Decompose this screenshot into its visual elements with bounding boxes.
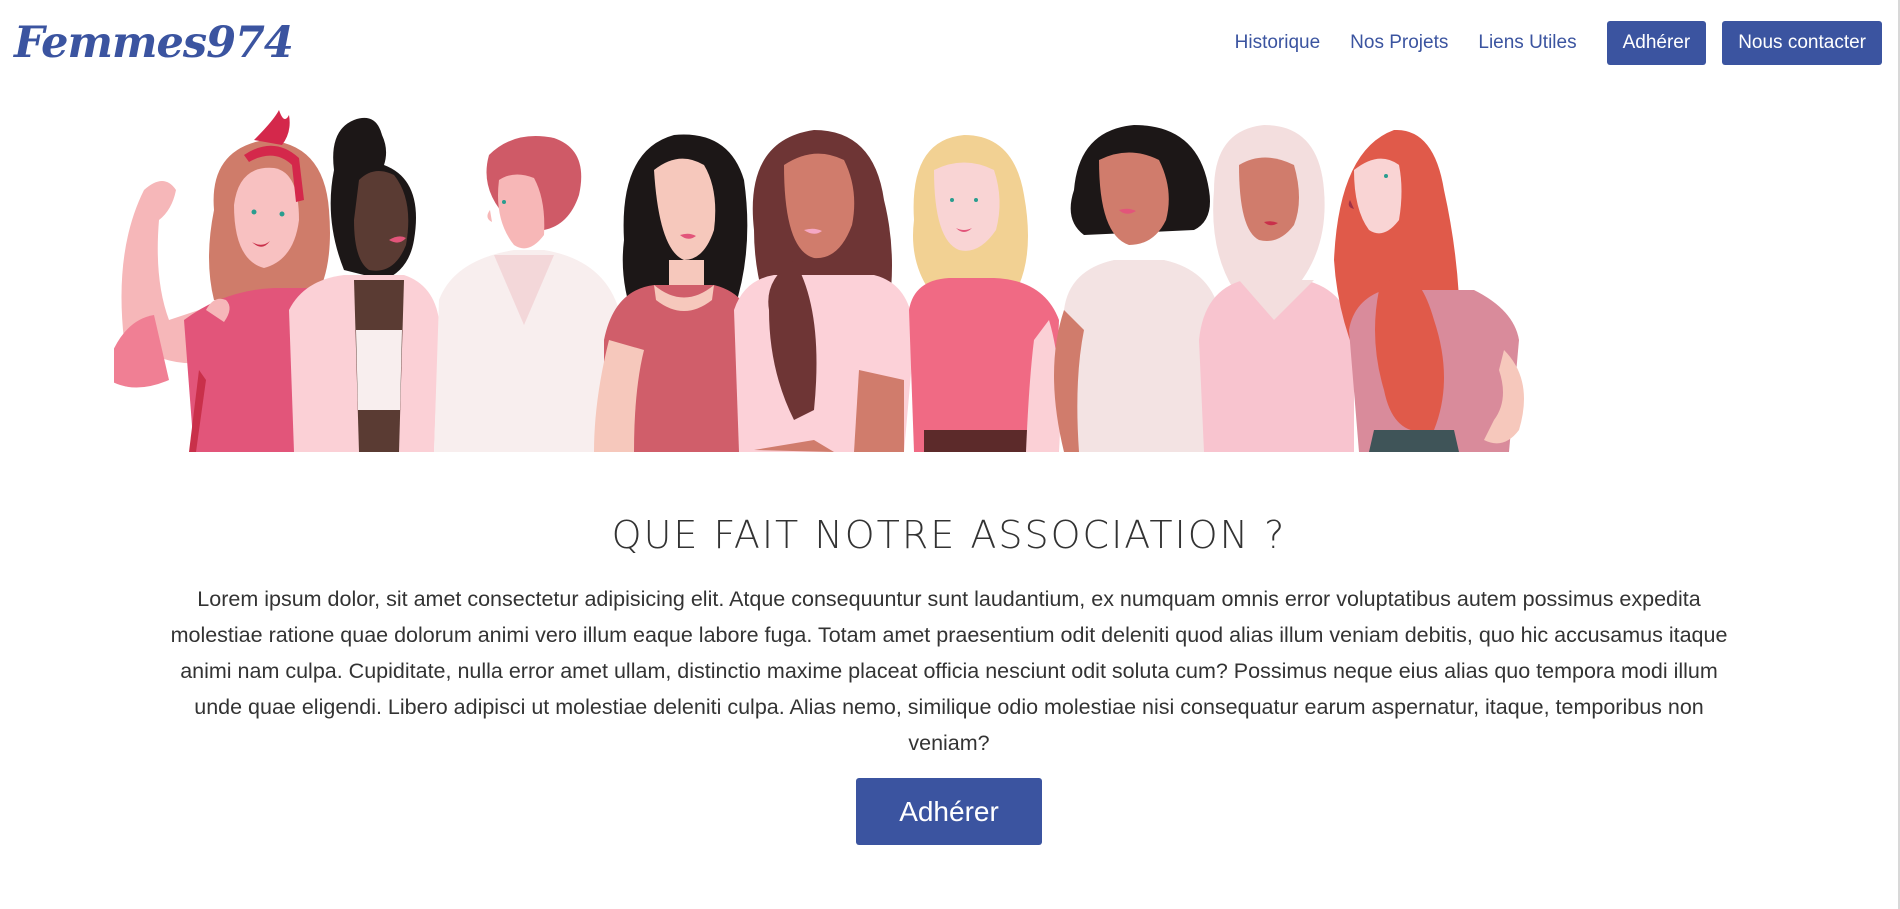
hero-illustration: [114, 110, 1744, 452]
woman-7: [1054, 125, 1219, 452]
woman-6: [909, 135, 1061, 452]
page: Femmes974 Historique Nos Projets Liens U…: [0, 0, 1900, 909]
nav-link-historique[interactable]: Historique: [1235, 32, 1321, 54]
nav-links: Historique Nos Projets Liens Utiles Adhé…: [1235, 21, 1882, 65]
nav-link-liens-utiles[interactable]: Liens Utiles: [1478, 32, 1576, 54]
woman-3: [434, 136, 619, 452]
woman-9: [1334, 129, 1524, 452]
woman-8: [1199, 125, 1354, 452]
section-text: Lorem ipsum dolor, sit amet consectetur …: [170, 587, 1728, 755]
join-button-main[interactable]: Adhérer: [856, 778, 1042, 845]
section-title: QUE FAIT NOTRE ASSOCIATION ?: [611, 513, 1287, 557]
nav-link-nos-projets[interactable]: Nos Projets: [1350, 32, 1448, 54]
brand-logo[interactable]: Femmes974: [14, 18, 294, 68]
main-section: QUE FAIT NOTRE ASSOCIATION ? Lorem ipsum…: [0, 505, 1898, 845]
woman-5: [734, 130, 914, 452]
navbar: Femmes974 Historique Nos Projets Liens U…: [0, 0, 1898, 90]
contact-button-nav[interactable]: Nous contacter: [1722, 21, 1882, 65]
join-button-nav[interactable]: Adhérer: [1606, 21, 1707, 65]
group-of-women-illustration: [114, 110, 1524, 452]
